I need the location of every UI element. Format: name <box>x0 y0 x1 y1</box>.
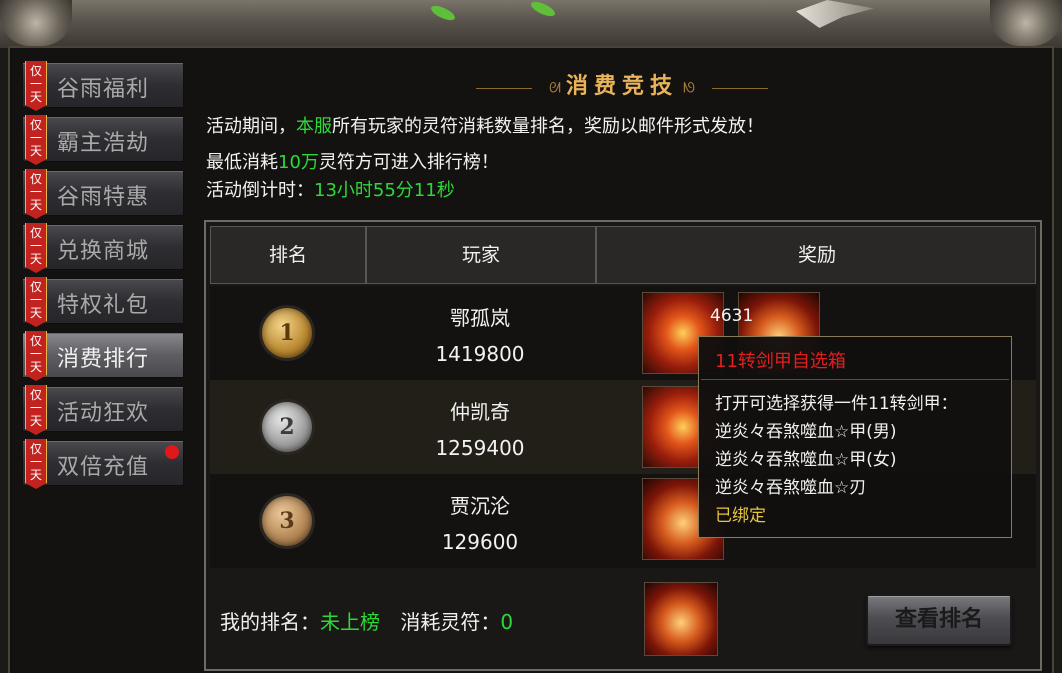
player-consume: 129600 <box>441 530 519 554</box>
sidebar-item-event-carnival[interactable]: 仅一天 活动狂欢 <box>22 385 184 435</box>
countdown-label: 活动倒计时： <box>206 180 314 201</box>
desc-text: 活动期间， <box>206 116 296 137</box>
title-ornament-icon: ᘚ <box>683 80 696 97</box>
desc-text: 所有玩家的灵符消耗数量排名，奖励以邮件形式发放！ <box>332 116 764 137</box>
tooltip-divider <box>701 379 1009 380</box>
tooltip-option: 逆炎々吞煞噬血☆甲(女) <box>715 450 897 470</box>
bird-decoration-icon <box>796 0 874 28</box>
my-rank-info: 我的排名：未上榜 消耗灵符：0 <box>220 606 513 635</box>
min-consume-note: 最低消耗10万灵符方可进入排行榜！ <box>206 148 499 174</box>
sidebar-item-label: 谷雨特惠 <box>57 185 150 210</box>
only-one-day-tag: 仅一天 <box>25 331 47 381</box>
sidebar-item-label: 双倍充值 <box>57 455 150 480</box>
reward-count: 4631 <box>710 306 754 326</box>
player-name: 鄂孤岚 <box>450 306 510 330</box>
desc-highlight: 10万 <box>278 152 319 173</box>
header-player: 玩家 <box>461 244 500 266</box>
sidebar-item-label: 谷雨福利 <box>57 77 150 102</box>
consume-value: 0 <box>500 610 514 634</box>
tooltip-option: 逆炎々吞煞噬血☆刃 <box>715 478 867 498</box>
sidebar-item-label: 消费排行 <box>57 347 150 372</box>
tooltip-desc: 打开可选择获得一件11转剑甲： <box>715 394 958 414</box>
item-tooltip: 11转剑甲自选箱 打开可选择获得一件11转剑甲： 逆炎々吞煞噬血☆甲(男) 逆炎… <box>698 336 1012 538</box>
only-one-day-tag: 仅一天 <box>25 277 47 327</box>
desc-text: 最低消耗 <box>206 152 278 173</box>
desc-text: 灵符方可进入排行榜！ <box>318 152 499 173</box>
player-consume: 1419800 <box>435 342 525 366</box>
title-divider <box>712 88 769 89</box>
view-ranking-button[interactable]: 查看排名 <box>866 594 1012 646</box>
only-one-day-tag: 仅一天 <box>25 223 47 273</box>
header-rank: 排名 <box>268 244 307 266</box>
sidebar-item-privilege-pack[interactable]: 仅一天 特权礼包 <box>22 277 184 327</box>
rank-medal-icon: 3 <box>262 496 312 546</box>
sidebar-item-guyu-welfare[interactable]: 仅一天 谷雨福利 <box>22 61 184 111</box>
consume-label: 消耗灵符： <box>400 610 501 634</box>
dragon-ornament-left-icon <box>0 0 72 46</box>
dragon-ornament-right-icon <box>990 0 1062 46</box>
sidebar-item-exchange-shop[interactable]: 仅一天 兑换商城 <box>22 223 184 273</box>
leaf-decoration-icon <box>529 0 557 20</box>
tooltip-bound-status: 已绑定 <box>715 506 766 526</box>
sidebar-item-label: 特权礼包 <box>57 293 150 318</box>
rank-medal-icon: 2 <box>262 402 312 452</box>
sidebar-item-guyu-sale[interactable]: 仅一天 谷雨特惠 <box>22 169 184 219</box>
sidebar-item-double-recharge[interactable]: 仅一天 双倍充值 <box>22 439 184 489</box>
sidebar-item-consume-rank[interactable]: 仅一天 消费排行 <box>22 331 184 381</box>
desc-highlight: 本服 <box>296 116 332 137</box>
only-one-day-tag: 仅一天 <box>25 169 47 219</box>
title-ornament-icon: ᘛ <box>548 80 561 97</box>
sidebar-item-label: 霸主浩劫 <box>57 131 150 156</box>
sidebar-item-label: 活动狂欢 <box>57 401 150 426</box>
only-one-day-tag: 仅一天 <box>25 439 47 489</box>
tooltip-option: 逆炎々吞煞噬血☆甲(男) <box>715 422 897 442</box>
countdown: 活动倒计时：13小时55分11秒 <box>206 176 455 202</box>
only-one-day-tag: 仅一天 <box>25 61 47 111</box>
notification-dot-icon <box>165 445 179 459</box>
top-decoration <box>0 0 1062 48</box>
my-reward-chest-item[interactable] <box>644 582 718 656</box>
tooltip-title: 11转剑甲自选箱 <box>715 351 846 372</box>
page-title: 消费竞技 <box>565 73 678 99</box>
my-rank-label: 我的排名： <box>220 610 320 634</box>
title-divider <box>475 88 532 89</box>
only-one-day-tag: 仅一天 <box>25 115 47 165</box>
event-description: 活动期间，本服所有玩家的灵符消耗数量排名，奖励以邮件形式发放！ <box>206 112 764 138</box>
my-rank-value: 未上榜 <box>320 610 380 634</box>
sidebar-item-overlord-calamity[interactable]: 仅一天 霸主浩劫 <box>22 115 184 165</box>
title-bar: ᘛ 消费竞技 ᘚ <box>196 68 1048 100</box>
rank-medal-icon: 1 <box>262 308 312 358</box>
countdown-value: 13小时55分11秒 <box>314 180 455 201</box>
sidebar-item-label: 兑换商城 <box>57 239 150 264</box>
table-header: 排名 玩家 奖励 <box>210 226 1036 284</box>
player-name: 贾沉沦 <box>450 494 510 518</box>
leaf-decoration-icon <box>429 2 457 24</box>
player-name: 仲凯奇 <box>450 400 510 424</box>
player-consume: 1259400 <box>435 436 525 460</box>
only-one-day-tag: 仅一天 <box>25 385 47 435</box>
header-reward: 奖励 <box>797 244 836 266</box>
